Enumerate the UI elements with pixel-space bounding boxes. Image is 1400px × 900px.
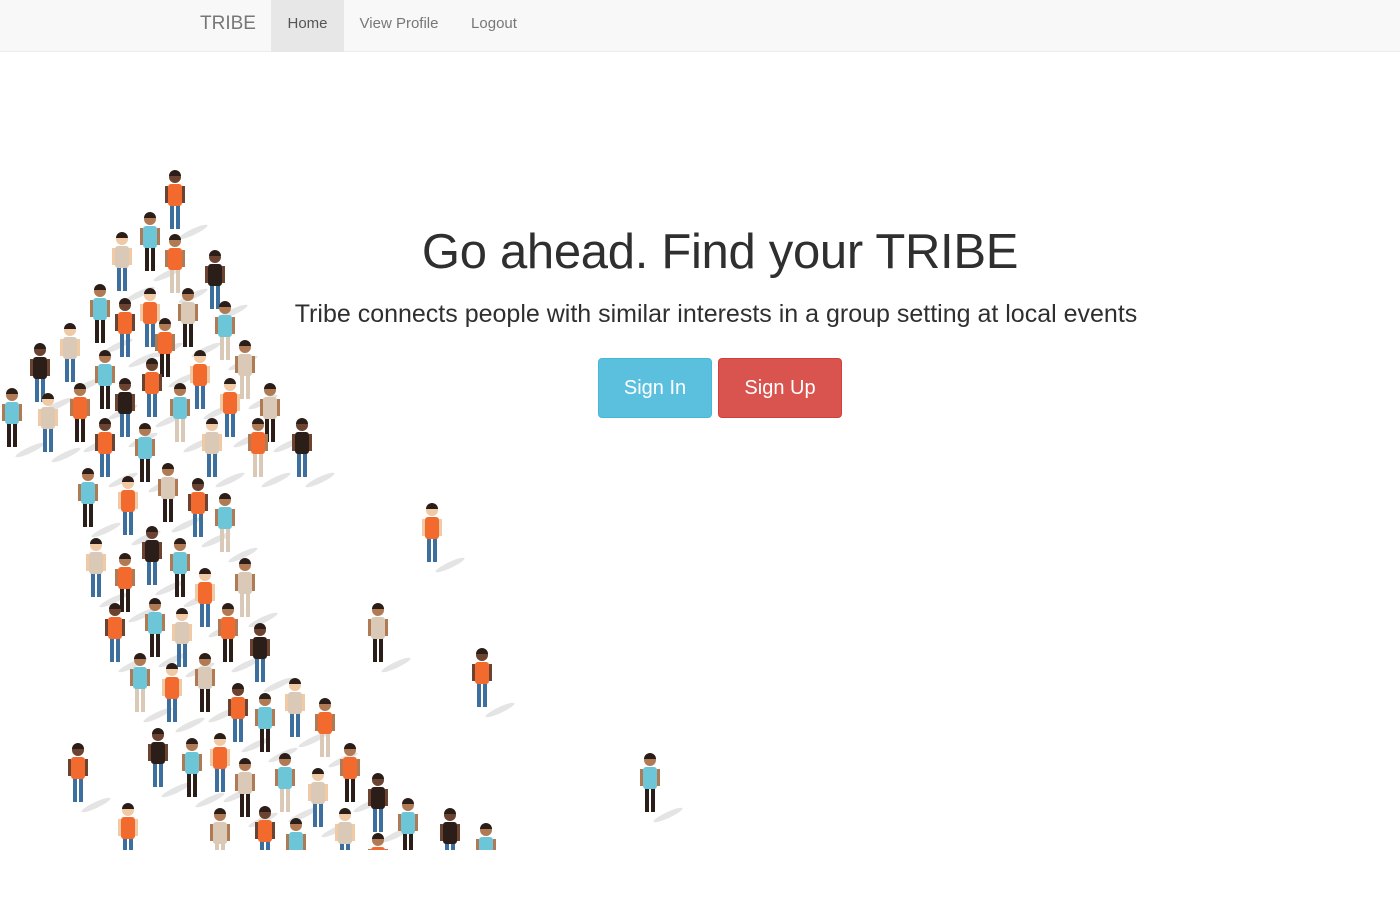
person-figure xyxy=(422,503,465,573)
person-figure xyxy=(292,418,335,488)
hero-subtitle: Tribe connects people with similar inter… xyxy=(294,300,1138,328)
nav-view-profile-link[interactable]: View Profile xyxy=(344,0,454,52)
brand-link[interactable]: TRIBE xyxy=(200,0,256,52)
person-figure xyxy=(335,808,355,850)
nav-home-link[interactable]: Home xyxy=(271,0,344,52)
person-figure xyxy=(250,623,293,693)
person-figure xyxy=(165,170,208,240)
sign-in-button[interactable]: Sign In xyxy=(598,358,712,418)
sign-up-button[interactable]: Sign Up xyxy=(718,358,842,418)
person-figure xyxy=(78,468,121,538)
person-figure xyxy=(215,493,258,563)
person-figure xyxy=(202,418,245,488)
person-figure xyxy=(640,753,683,823)
person-figure xyxy=(286,818,306,850)
person-figure xyxy=(472,648,515,718)
person-figure xyxy=(248,418,291,488)
person-figure xyxy=(398,798,418,850)
person-figure xyxy=(118,803,138,850)
person-figure xyxy=(235,758,278,828)
nav-logout-link[interactable]: Logout xyxy=(454,0,534,52)
hero-title: Go ahead. Find your TRIBE xyxy=(421,225,1019,279)
person-figure xyxy=(368,603,411,673)
person-figure xyxy=(68,743,111,813)
top-navbar: TRIBE Home View Profile Logout xyxy=(0,0,1400,52)
person-figure xyxy=(476,823,496,850)
person-figure xyxy=(235,558,278,628)
